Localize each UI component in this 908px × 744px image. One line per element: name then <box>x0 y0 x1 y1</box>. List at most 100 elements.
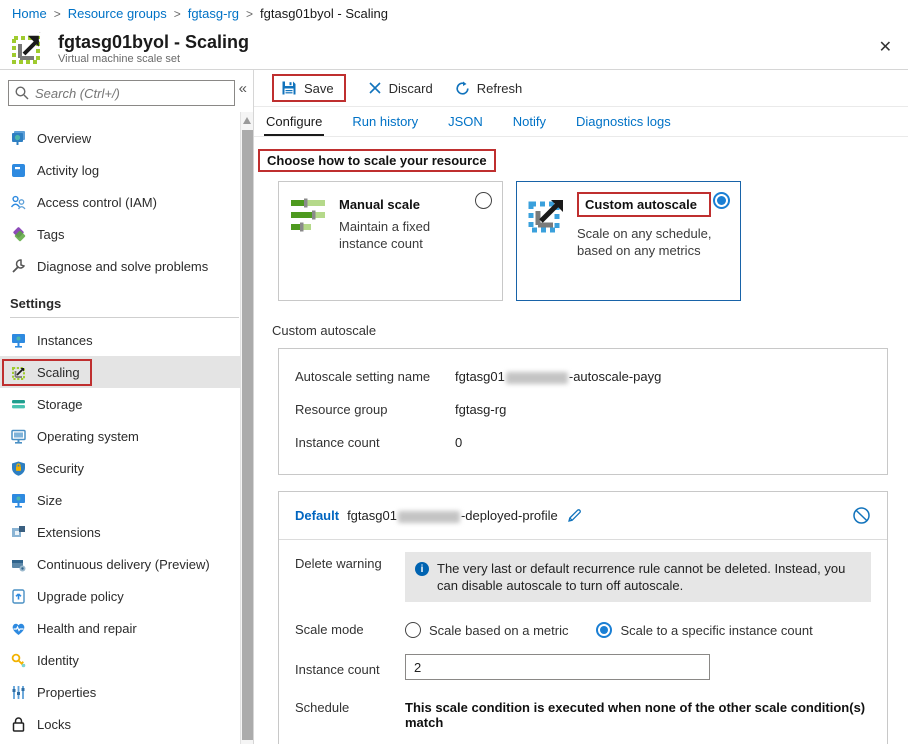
sidebar-item-label: Identity <box>37 653 79 668</box>
close-icon[interactable]: ✕ <box>879 37 892 57</box>
resource-group-label: Resource group <box>295 402 455 417</box>
sidebar-scrollbar[interactable] <box>240 112 253 744</box>
sidebar-item-label: Diagnose and solve problems <box>37 259 208 274</box>
divider <box>10 317 239 318</box>
sidebar-item-upgrade-policy[interactable]: Upgrade policy <box>0 580 253 612</box>
tags-icon <box>10 226 27 243</box>
sidebar-item-identity[interactable]: Identity <box>0 644 253 676</box>
sidebar-item-access-control[interactable]: Access control (IAM) <box>0 186 253 218</box>
disable-profile-icon[interactable] <box>852 506 871 525</box>
sidebar-item-label: Instances <box>37 333 93 348</box>
sidebar-item-label: Properties <box>37 685 96 700</box>
profile-default-label: Default <box>295 508 339 523</box>
sidebar-item-label: Tags <box>37 227 64 242</box>
autoscale-setting-name-value: fgtasg01-autoscale-payg <box>455 369 661 384</box>
sidebar-item-properties[interactable]: Properties <box>0 676 253 708</box>
breadcrumb-separator: > <box>174 7 181 21</box>
breadcrumb-current: fgtasg01byol - Scaling <box>260 6 388 21</box>
manual-scale-description: Maintain a fixed instance count <box>339 218 449 252</box>
sidebar-item-label: Overview <box>37 131 91 146</box>
save-label: Save <box>304 81 334 96</box>
sidebar-item-label: Locks <box>37 717 71 732</box>
redacted-text <box>506 372 568 384</box>
discard-label: Discard <box>389 81 433 96</box>
discard-icon <box>368 81 382 95</box>
refresh-icon <box>455 81 470 96</box>
save-button[interactable]: Save <box>272 74 346 102</box>
manual-scale-card[interactable]: Manual scale Maintain a fixed instance c… <box>278 181 503 301</box>
sidebar-nav: Overview Activity log Access control (IA… <box>0 114 253 740</box>
sidebar-item-size[interactable]: Size <box>0 484 253 516</box>
sidebar-item-label: Upgrade policy <box>37 589 124 604</box>
tab-diagnostics-logs[interactable]: Diagnostics logs <box>574 114 673 136</box>
sidebar-item-label: Extensions <box>37 525 101 540</box>
tab-json[interactable]: JSON <box>446 114 485 136</box>
sidebar-settings-header: Settings <box>0 282 253 317</box>
health-repair-icon <box>10 620 27 637</box>
tab-bar: Configure Run history JSON Notify Diagno… <box>254 107 908 137</box>
schedule-label: Schedule <box>295 696 405 730</box>
breadcrumb-resource-groups[interactable]: Resource groups <box>68 6 167 21</box>
breadcrumb-home[interactable]: Home <box>12 6 47 21</box>
profile-header: Default fgtasg01-deployed-profile <box>279 492 887 540</box>
manual-scale-title: Manual scale <box>339 194 449 212</box>
sidebar-collapse-icon[interactable]: « <box>239 80 247 97</box>
search-icon <box>15 86 29 100</box>
manual-scale-icon <box>289 194 331 236</box>
sidebar-item-extensions[interactable]: Extensions <box>0 516 253 548</box>
properties-icon <box>10 684 27 701</box>
operating-system-icon <box>10 428 27 445</box>
scale-set-icon <box>12 32 48 64</box>
breadcrumb-fgtasg-rg[interactable]: fgtasg-rg <box>188 6 239 21</box>
sidebar-item-overview[interactable]: Overview <box>0 122 253 154</box>
storage-icon <box>10 396 27 413</box>
resource-group-value: fgtasg-rg <box>455 402 506 417</box>
scaling-icon <box>11 364 28 381</box>
extensions-icon <box>10 524 27 541</box>
refresh-button[interactable]: Refresh <box>455 81 523 96</box>
sidebar-item-operating-system[interactable]: Operating system <box>0 420 253 452</box>
sidebar-item-label: Health and repair <box>37 621 137 636</box>
scrollbar-up-arrow-icon[interactable] <box>243 117 251 124</box>
scale-specific-count-label[interactable]: Scale to a specific instance count <box>620 623 812 638</box>
sidebar-item-health-repair[interactable]: Health and repair <box>0 612 253 644</box>
instance-count-input[interactable] <box>405 654 710 680</box>
locks-icon <box>10 716 27 733</box>
sidebar-item-scaling[interactable]: Scaling <box>0 356 253 388</box>
discard-button[interactable]: Discard <box>368 81 433 96</box>
tab-configure[interactable]: Configure <box>264 114 324 136</box>
sidebar-item-diagnose[interactable]: Diagnose and solve problems <box>0 250 253 282</box>
custom-autoscale-radio[interactable] <box>713 192 730 209</box>
sidebar-item-activity-log[interactable]: Activity log <box>0 154 253 186</box>
tab-notify[interactable]: Notify <box>511 114 548 136</box>
edit-pencil-icon[interactable] <box>566 507 583 524</box>
sidebar-item-label: Scaling <box>37 365 80 380</box>
search-input[interactable] <box>35 86 228 101</box>
upgrade-policy-icon <box>10 588 27 605</box>
breadcrumb-separator: > <box>54 7 61 21</box>
schedule-text: This scale condition is executed when no… <box>405 696 871 730</box>
search-box <box>8 80 235 106</box>
breadcrumb: Home > Resource groups > fgtasg-rg > fgt… <box>0 0 908 27</box>
scale-specific-count-radio[interactable] <box>596 622 612 638</box>
sidebar-item-instances[interactable]: Instances <box>0 324 253 356</box>
sidebar-item-label: Continuous delivery (Preview) <box>37 557 210 572</box>
custom-autoscale-card[interactable]: Custom autoscale Scale on any schedule, … <box>516 181 741 301</box>
delete-warning-infobox: i The very last or default recurrence ru… <box>405 552 871 602</box>
delete-warning-label: Delete warning <box>295 552 405 602</box>
scale-based-metric-radio[interactable] <box>405 622 421 638</box>
sidebar-item-tags[interactable]: Tags <box>0 218 253 250</box>
sidebar-item-label: Storage <box>37 397 83 412</box>
instances-icon <box>10 332 27 349</box>
sidebar-item-security[interactable]: Security <box>0 452 253 484</box>
main-panel: Save Discard Refresh Configure Run histo… <box>254 70 908 744</box>
tab-run-history[interactable]: Run history <box>350 114 420 136</box>
sidebar-item-storage[interactable]: Storage <box>0 388 253 420</box>
autoscale-setting-name-label: Autoscale setting name <box>295 369 455 384</box>
sidebar-item-locks[interactable]: Locks <box>0 708 253 740</box>
manual-scale-radio[interactable] <box>475 192 492 209</box>
sidebar-item-continuous-delivery[interactable]: Continuous delivery (Preview) <box>0 548 253 580</box>
scale-based-metric-label[interactable]: Scale based on a metric <box>429 623 568 638</box>
scrollbar-thumb[interactable] <box>242 130 253 740</box>
activity-log-icon <box>10 162 27 179</box>
